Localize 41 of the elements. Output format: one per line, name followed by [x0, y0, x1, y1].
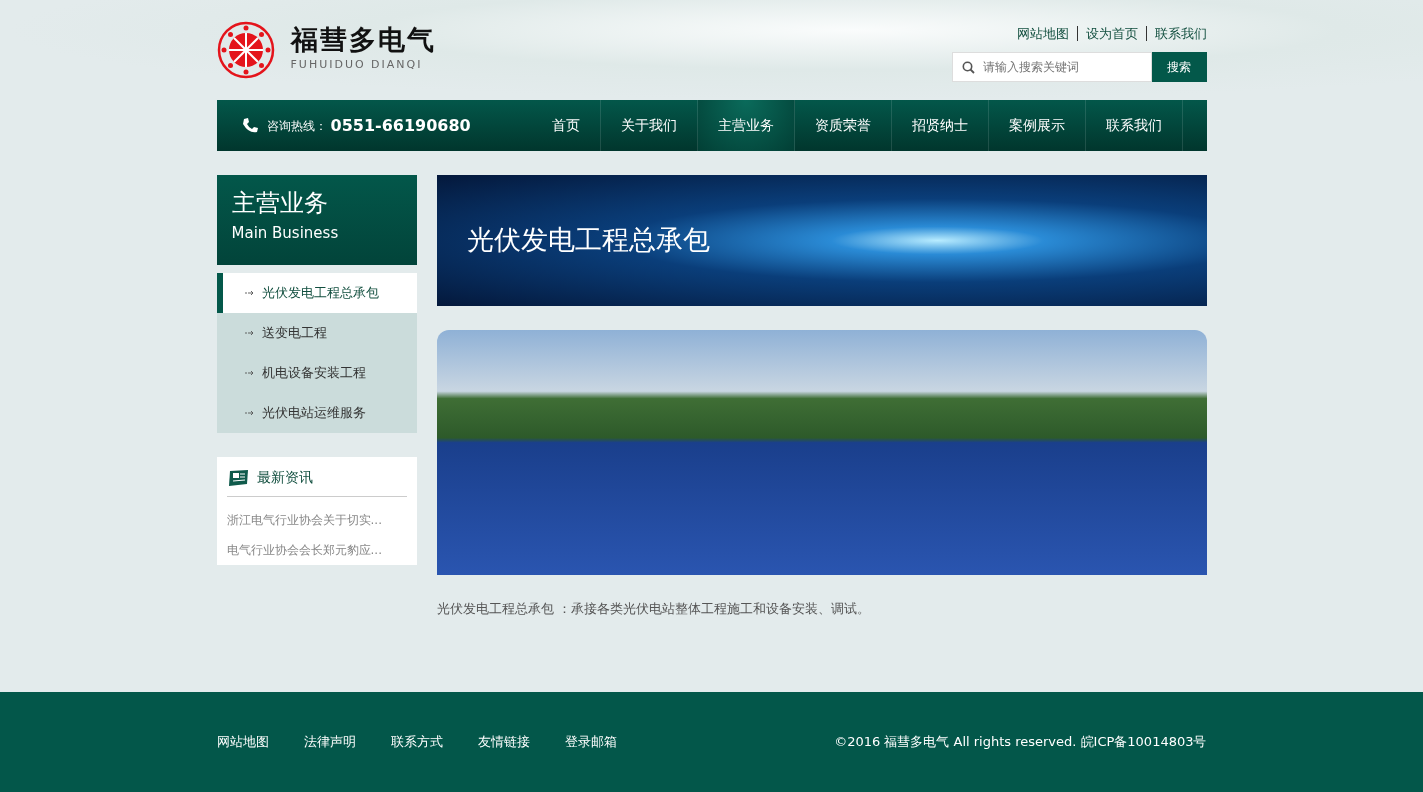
search-icon: [961, 60, 975, 74]
banner-title: 光伏发电工程总承包: [466, 224, 710, 257]
nav-item[interactable]: 关于我们: [600, 100, 698, 151]
news-link[interactable]: 电气行业协会会长郑元豹应...: [226, 535, 407, 565]
top-link[interactable]: 设为首页: [1076, 26, 1138, 41]
phone-icon: [240, 116, 259, 135]
description-text: 光伏发电工程总承包 ：承接各类光伏电站整体工程施工和设备安装、调试。: [436, 600, 871, 618]
sidebar-subtitle: Main Business: [231, 222, 340, 244]
hotline-number: 0551-66190680: [330, 114, 471, 137]
sidebar-title: 主营业务: [231, 189, 329, 218]
news-title: 最新资讯: [256, 468, 313, 487]
logo-icon: [216, 21, 275, 79]
nav-item[interactable]: 招贤纳士: [891, 100, 989, 151]
sidebar-item[interactable]: 送变电工程: [216, 313, 417, 353]
newspaper-icon: [226, 468, 249, 487]
search-field[interactable]: 请输入搜索关键词: [951, 51, 1152, 82]
copyright-text: ©2016 福彗多电气 All rights reserved. 皖ICP备10014803号: [834, 733, 1207, 752]
nav-item[interactable]: 资质荣誉: [794, 100, 892, 151]
footer-link[interactable]: 友情链接: [477, 732, 530, 752]
sidebar-item[interactable]: 光伏电站运维服务: [216, 393, 417, 433]
logo-subtitle: FUHUIDUO DIANQI: [290, 57, 424, 74]
sidebar-item[interactable]: 机电设备安装工程: [216, 353, 417, 393]
footer-link[interactable]: 网站地图: [216, 732, 269, 752]
nav-item[interactable]: 首页: [531, 100, 601, 151]
arrow-icon: [244, 330, 254, 336]
arrow-icon: [244, 410, 254, 416]
top-link[interactable]: 联系我们: [1145, 26, 1207, 41]
arrow-icon: [244, 290, 254, 296]
footer-link[interactable]: 法律声明: [303, 732, 356, 752]
nav-item[interactable]: 主营业务: [697, 100, 795, 151]
footer-link[interactable]: 联系方式: [390, 732, 443, 752]
nav-item[interactable]: 案例展示: [988, 100, 1086, 151]
news-link[interactable]: 浙江电气行业协会关于切实...: [226, 505, 407, 535]
top-link[interactable]: 网站地图: [1016, 26, 1069, 41]
logo-text: 福彗多电气: [290, 26, 436, 54]
search-button[interactable]: 搜索: [1151, 51, 1207, 82]
footer-link[interactable]: 登录邮箱: [564, 732, 617, 752]
nav-item[interactable]: 联系我们: [1085, 100, 1183, 151]
sidebar-item[interactable]: 光伏发电工程总承包: [216, 273, 417, 313]
arrow-icon: [244, 370, 254, 376]
hotline-label: 咨询热线：: [266, 117, 327, 135]
